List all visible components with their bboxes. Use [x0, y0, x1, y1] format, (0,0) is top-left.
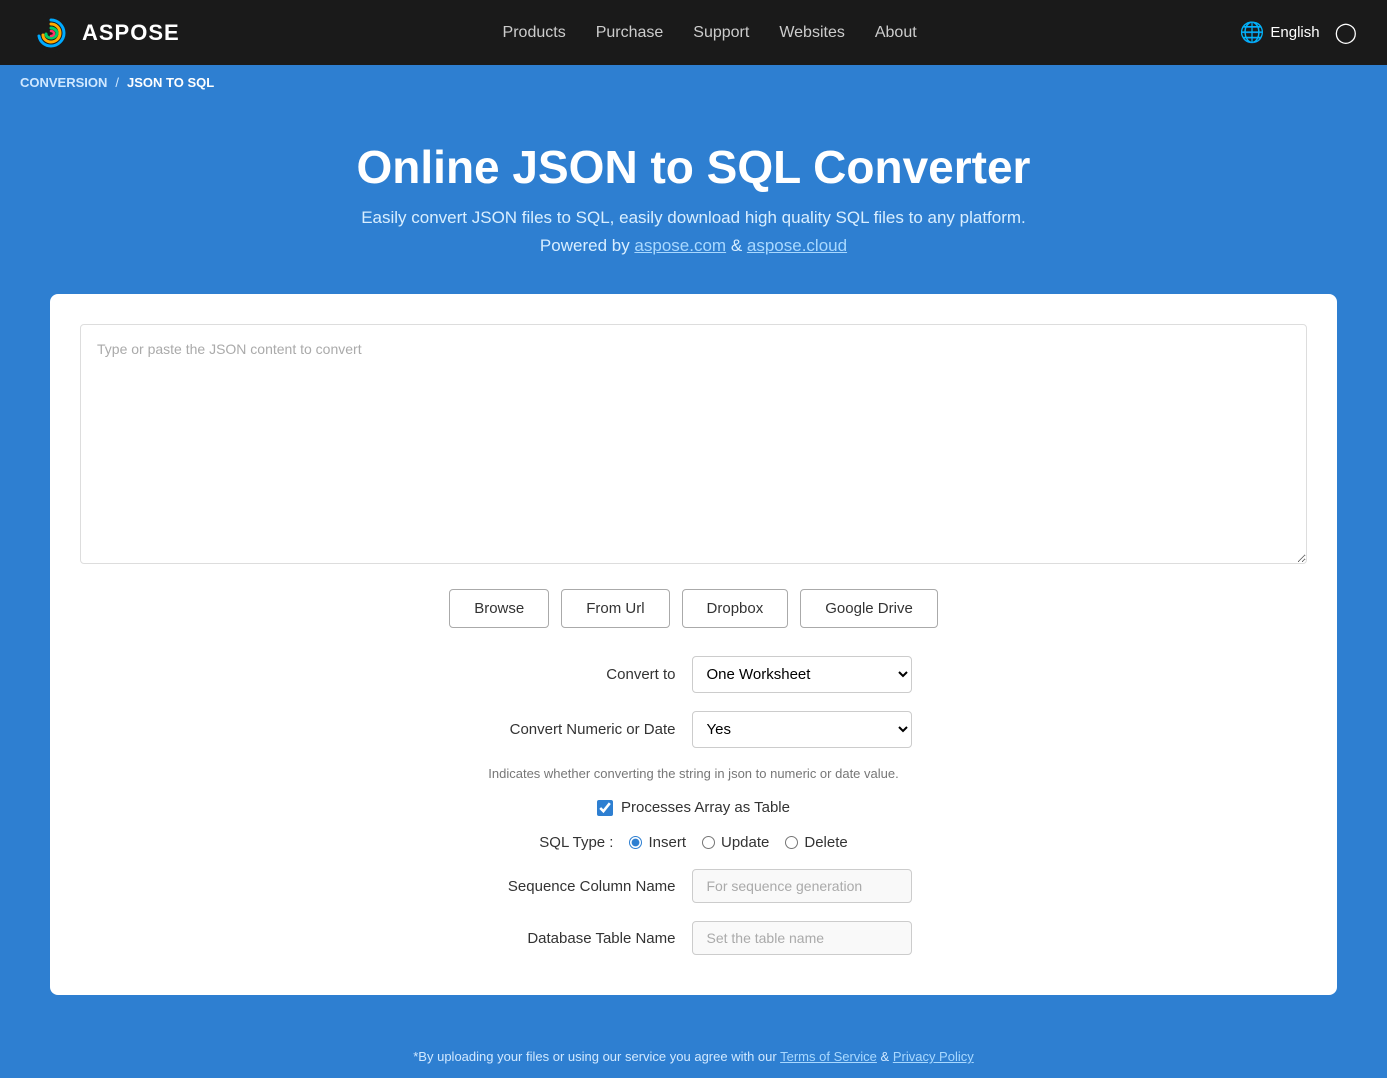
google-drive-button[interactable]: Google Drive: [800, 589, 938, 628]
db-table-input[interactable]: [692, 921, 912, 955]
sql-type-insert-radio[interactable]: [629, 836, 642, 849]
nav-about[interactable]: About: [875, 24, 917, 42]
processes-array-row: Processes Array as Table: [597, 799, 790, 816]
convert-to-select[interactable]: One Worksheet Multiple Worksheets: [692, 656, 912, 693]
sql-type-radio-group: Insert Update Delete: [629, 834, 847, 851]
json-input[interactable]: [80, 324, 1307, 564]
nav-websites[interactable]: Websites: [779, 24, 845, 42]
convert-numeric-row: Convert Numeric or Date Yes No: [476, 711, 912, 748]
convert-to-row: Convert to One Worksheet Multiple Worksh…: [476, 656, 912, 693]
nav-products[interactable]: Products: [503, 24, 566, 42]
processes-array-label: Processes Array as Table: [621, 799, 790, 816]
footer-amp: &: [877, 1049, 893, 1064]
nav-support[interactable]: Support: [693, 24, 749, 42]
breadcrumb-parent[interactable]: CONVERSION: [20, 75, 107, 90]
breadcrumb-separator: /: [115, 75, 119, 90]
navbar-right: 🌐 English ◯: [1240, 20, 1358, 45]
processes-array-checkbox[interactable]: [597, 800, 613, 816]
aspose-com-link[interactable]: aspose.com: [634, 236, 726, 255]
convert-to-label: Convert to: [476, 666, 676, 683]
logo-text: ASPOSE: [82, 20, 180, 46]
options-area: Convert to One Worksheet Multiple Worksh…: [80, 656, 1307, 955]
aspose-cloud-link[interactable]: aspose.cloud: [747, 236, 847, 255]
sequence-column-input[interactable]: [692, 869, 912, 903]
sql-type-row: SQL Type : Insert Update Delete: [539, 834, 847, 851]
convert-numeric-select[interactable]: Yes No: [692, 711, 912, 748]
sql-type-insert-label: Insert: [648, 834, 686, 851]
language-selector[interactable]: 🌐 English: [1240, 20, 1320, 45]
from-url-button[interactable]: From Url: [561, 589, 669, 628]
sql-type-label: SQL Type :: [539, 834, 613, 851]
powered-prefix: Powered by: [540, 236, 635, 255]
navbar: ASPOSE Products Purchase Support Website…: [0, 0, 1387, 65]
language-label: English: [1270, 24, 1319, 41]
convert-numeric-label: Convert Numeric or Date: [476, 721, 676, 738]
powered-amp: &: [726, 236, 747, 255]
sequence-column-row: Sequence Column Name: [476, 869, 912, 903]
hero-section: Online JSON to SQL Converter Easily conv…: [0, 100, 1387, 294]
sql-type-update-label: Update: [721, 834, 769, 851]
footer-prefix: *By uploading your files or using our se…: [413, 1049, 780, 1064]
browse-button[interactable]: Browse: [449, 589, 549, 628]
page-title: Online JSON to SQL Converter: [20, 140, 1367, 194]
powered-by: Powered by aspose.com & aspose.cloud: [20, 236, 1367, 256]
navbar-brand: ASPOSE: [30, 12, 180, 54]
footer-note: *By uploading your files or using our se…: [0, 1035, 1387, 1078]
navbar-nav: Products Purchase Support Websites About: [503, 24, 917, 42]
nav-purchase[interactable]: Purchase: [596, 24, 664, 42]
aspose-logo-icon: [30, 12, 72, 54]
hero-subtitle: Easily convert JSON files to SQL, easily…: [20, 208, 1367, 228]
sql-type-delete-label: Delete: [804, 834, 847, 851]
sequence-column-label: Sequence Column Name: [476, 878, 676, 895]
sql-type-delete-radio[interactable]: [785, 836, 798, 849]
sql-type-delete[interactable]: Delete: [785, 834, 847, 851]
main-card: Browse From Url Dropbox Google Drive Con…: [0, 294, 1387, 1035]
tos-link[interactable]: Terms of Service: [780, 1049, 877, 1064]
db-table-row: Database Table Name: [476, 921, 912, 955]
convert-numeric-hint: Indicates whether converting the string …: [488, 766, 898, 781]
privacy-link[interactable]: Privacy Policy: [893, 1049, 974, 1064]
db-table-label: Database Table Name: [476, 930, 676, 947]
sql-type-update[interactable]: Update: [702, 834, 769, 851]
breadcrumb-current: JSON TO SQL: [127, 75, 214, 90]
upload-buttons: Browse From Url Dropbox Google Drive: [80, 589, 1307, 628]
sql-type-insert[interactable]: Insert: [629, 834, 686, 851]
breadcrumb: CONVERSION / JSON TO SQL: [0, 65, 1387, 100]
sql-type-update-radio[interactable]: [702, 836, 715, 849]
card-inner: Browse From Url Dropbox Google Drive Con…: [50, 294, 1337, 995]
user-icon[interactable]: ◯: [1335, 20, 1357, 45]
globe-icon: 🌐: [1240, 20, 1265, 45]
dropbox-button[interactable]: Dropbox: [682, 589, 789, 628]
